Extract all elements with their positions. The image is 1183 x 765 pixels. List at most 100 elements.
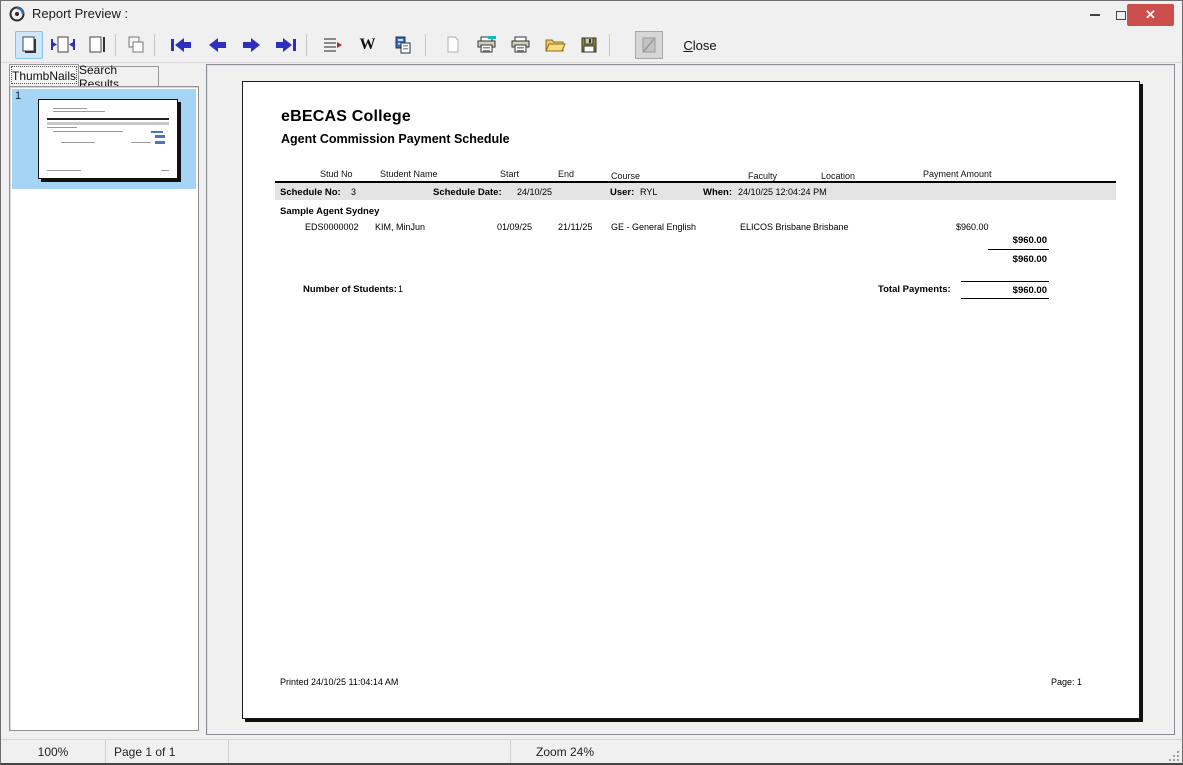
toolbar-separator: [115, 34, 116, 56]
user-label: User:: [610, 187, 634, 198]
printed-timestamp: Printed 24/10/25 11:04:14 AM: [280, 677, 398, 687]
first-page-icon: [169, 37, 193, 53]
preview-area[interactable]: eBECAS College Agent Commission Payment …: [206, 64, 1175, 735]
two-page-view-icon: [393, 35, 413, 55]
col-stud-no: Stud No: [320, 169, 353, 179]
save-report-button[interactable]: [575, 31, 603, 59]
total-payments-value: $960.00: [1013, 285, 1047, 296]
schedule-date-label: Schedule Date:: [433, 187, 502, 198]
total-rule-top: [961, 281, 1049, 282]
last-page-button[interactable]: [272, 31, 300, 59]
print-icon: [510, 35, 532, 55]
toolbar-separator: [609, 34, 610, 56]
two-page-view-button[interactable]: [389, 31, 417, 59]
when-value: 24/10/25 12:04:24 PM: [738, 187, 827, 197]
thumb-line: [53, 108, 87, 109]
page-100-button[interactable]: [83, 31, 111, 59]
col-start: Start: [500, 169, 519, 179]
save-floppy-icon: [580, 36, 598, 54]
open-report-button[interactable]: [541, 31, 569, 59]
whole-page-icon: [20, 35, 38, 55]
thumb-line: [131, 142, 151, 143]
row-stud-no: EDS0000002: [305, 222, 359, 232]
thumb-line: [53, 111, 105, 112]
print-setup-button[interactable]: [473, 31, 501, 59]
tab-search-results[interactable]: Search Results: [79, 66, 159, 86]
next-page-button[interactable]: [238, 31, 266, 59]
close-window-button[interactable]: ✕: [1127, 4, 1174, 26]
col-student-name: Student Name: [380, 169, 438, 179]
thumbnail-item-selected[interactable]: 1: [12, 89, 196, 189]
agent-group-name: Sample Agent Sydney: [280, 206, 379, 217]
tab-thumbnails[interactable]: ThumbNails: [9, 64, 79, 86]
page-info-text: Page 1 of 1: [114, 745, 175, 759]
first-page-button[interactable]: [167, 31, 195, 59]
title-bar: Report Preview : ✕: [1, 1, 1182, 27]
statusbar-zoom-text: Zoom 24%: [511, 740, 1166, 764]
col-location: Location: [821, 171, 855, 181]
report-preview-window: Report Preview : ✕: [0, 0, 1183, 765]
prior-page-button[interactable]: [203, 31, 231, 59]
multiple-pages-icon: [126, 35, 146, 55]
page-100-icon: [87, 35, 107, 55]
image-button-disabled: [635, 31, 663, 59]
page-number-footer: Page: 1: [1051, 677, 1082, 687]
when-label: When:: [703, 187, 732, 198]
print-button[interactable]: [507, 31, 535, 59]
thumbnail-panel[interactable]: 1: [9, 86, 199, 731]
goto-page-icon: [322, 36, 344, 54]
single-page-disabled-icon: [444, 35, 462, 55]
total-rule-bottom: [961, 298, 1049, 299]
students-value: 1: [398, 284, 403, 294]
schedule-date-value: 24/10/25: [517, 187, 552, 197]
toolbar-separator: [425, 34, 426, 56]
thumb-line: [47, 127, 77, 128]
whole-page-button[interactable]: [15, 31, 43, 59]
open-folder-icon: [544, 36, 566, 54]
window-title: Report Preview :: [32, 6, 128, 21]
thumb-line: [47, 170, 81, 171]
thumb-line: [155, 141, 165, 144]
toolbar-separator: [154, 34, 155, 56]
col-course: Course: [611, 171, 640, 181]
report-title: eBECAS College: [281, 108, 411, 126]
last-page-icon: [274, 37, 298, 53]
row-payment-amount: $960.00: [956, 222, 989, 232]
print-setup-icon: [476, 35, 498, 55]
find-button[interactable]: W: [353, 31, 381, 59]
row-start: 01/09/25: [497, 222, 532, 232]
group-subtotal: $960.00: [1013, 235, 1047, 246]
col-end: End: [558, 169, 574, 179]
statusbar-spacer: [229, 740, 511, 764]
row-faculty: ELICOS Brisbane: [740, 222, 811, 232]
page-width-button[interactable]: [49, 31, 77, 59]
single-page-button-disabled: [439, 31, 467, 59]
statusbar-page-info: Page 1 of 1: [106, 740, 229, 764]
thumb-line: [155, 135, 165, 138]
goto-page-button[interactable]: [319, 31, 347, 59]
subtotal-rule: [988, 249, 1049, 250]
close-button[interactable]: Close: [673, 32, 727, 58]
schedule-total: $960.00: [1013, 254, 1047, 265]
maximize-icon: [1116, 11, 1126, 20]
schedule-no-value: 3: [351, 187, 356, 197]
col-faculty: Faculty: [748, 171, 777, 181]
user-value: RYL: [640, 187, 657, 197]
total-payments-label: Total Payments:: [878, 284, 951, 295]
report-subtitle: Agent Commission Payment Schedule: [281, 132, 510, 146]
resize-grip[interactable]: [1169, 751, 1179, 761]
zoom-level-text: 100%: [38, 745, 69, 759]
schedule-band: Schedule No: 3 Schedule Date: 24/10/25 U…: [275, 183, 1116, 200]
multiple-pages-button[interactable]: [122, 31, 150, 59]
find-binoculars-icon: W: [360, 36, 375, 54]
minimize-button[interactable]: [1083, 4, 1107, 26]
row-location: Brisbane: [813, 222, 849, 232]
next-page-icon: [241, 37, 263, 53]
status-bar: 100% Page 1 of 1 Zoom 24%: [1, 739, 1182, 764]
report-page: eBECAS College Agent Commission Payment …: [242, 81, 1140, 719]
image-disabled-icon: [642, 37, 656, 53]
thumbnail-page-number: 1: [15, 90, 21, 102]
close-icon: ✕: [1145, 7, 1156, 23]
thumb-line: [151, 131, 163, 133]
row-course: GE - General English: [611, 222, 696, 232]
